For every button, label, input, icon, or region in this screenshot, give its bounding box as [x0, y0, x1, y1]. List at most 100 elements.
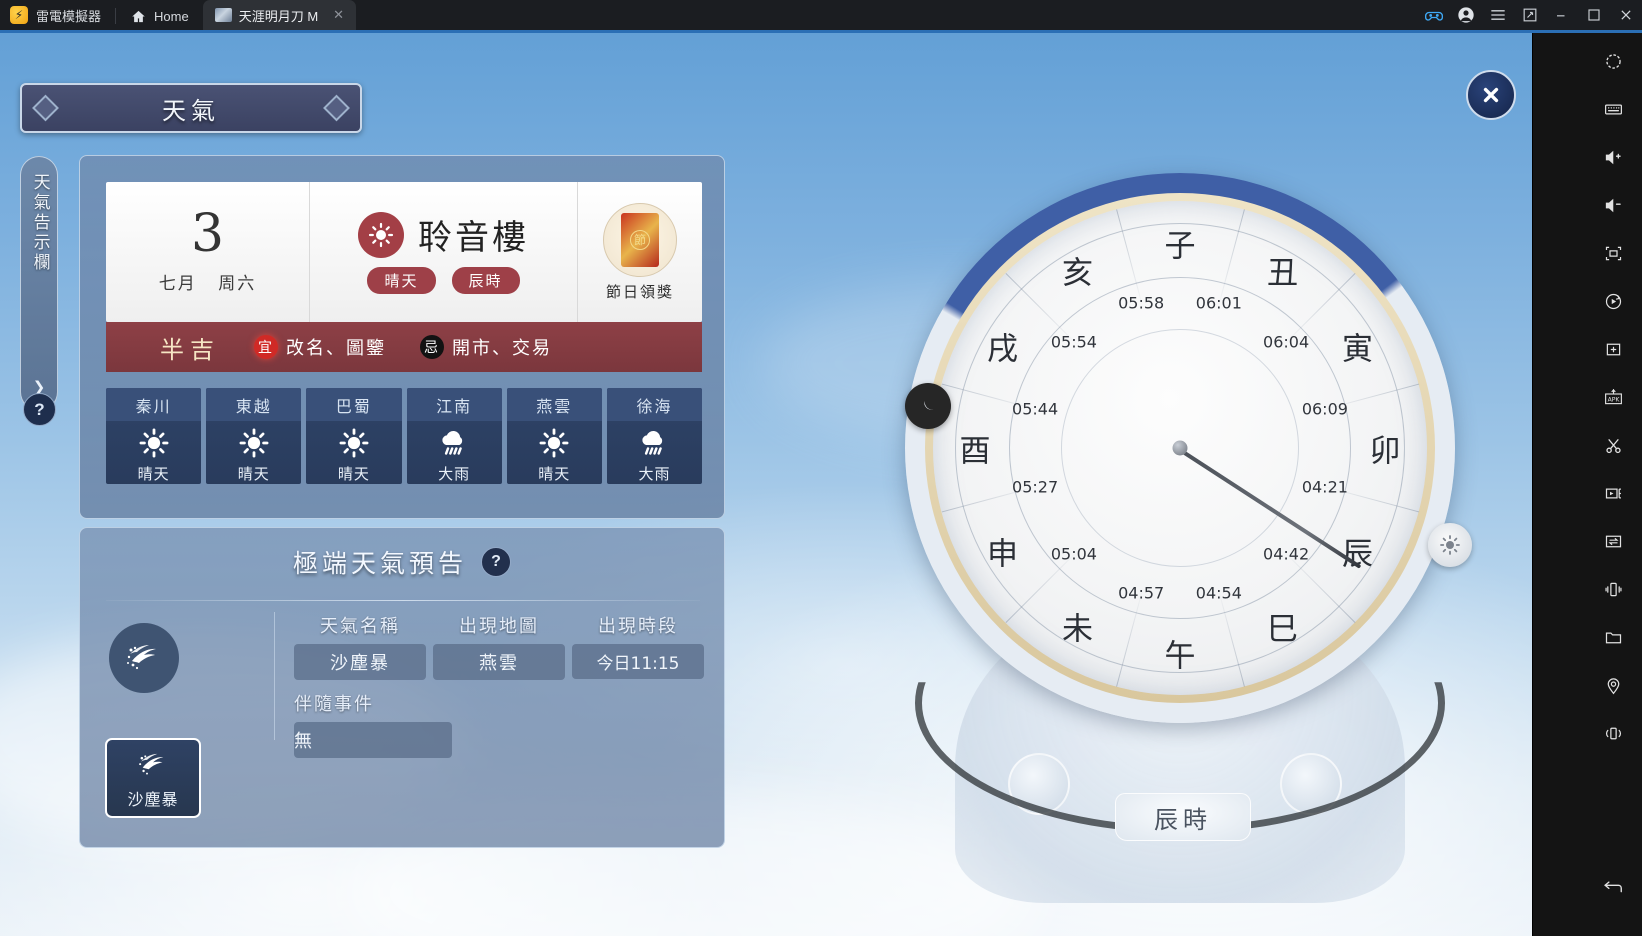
- video-record-icon[interactable]: [1593, 473, 1633, 513]
- column-header-time: 出現時段: [598, 616, 678, 637]
- clock-time-label: 05:04: [1050, 544, 1097, 564]
- bad-badge-icon: 忌: [420, 335, 444, 359]
- scissors-icon[interactable]: [1593, 425, 1633, 465]
- minimize-icon[interactable]: [1546, 0, 1578, 30]
- restore-icon[interactable]: [1514, 0, 1546, 30]
- region-name: 江南: [406, 388, 502, 421]
- sandstorm-chip-label: 沙塵暴: [127, 789, 179, 809]
- ldplayer-logo-icon: ⚡: [10, 6, 28, 24]
- region-condition: 晴天: [237, 465, 270, 483]
- envelope-char: 節: [630, 229, 650, 250]
- clock-branch-6: 午: [1164, 638, 1196, 675]
- region-condition: 晴天: [538, 465, 571, 483]
- red-envelope-icon: 節: [603, 202, 677, 277]
- sidebar-item-weather-board[interactable]: 天氣告示欄 ❯: [20, 156, 58, 411]
- table-header-row: 天氣名稱 出現地圖 出現時段: [294, 612, 704, 638]
- close-icon[interactable]: [1610, 0, 1642, 30]
- region-card[interactable]: 燕雲 晴天: [506, 388, 602, 484]
- region-card[interactable]: 巴蜀 晴天: [306, 388, 402, 484]
- clock-time-label: 04:54: [1195, 583, 1242, 603]
- vibrate-icon[interactable]: [1593, 713, 1633, 753]
- extreme-weather-title: 極端天氣預告: [292, 549, 467, 578]
- keyboard-icon[interactable]: [1593, 89, 1633, 129]
- accompanying-event-value: 無: [294, 722, 452, 758]
- good-badge-icon: 宜: [254, 335, 278, 359]
- almanac-card: 3 七月 周六 聆音樓 晴天 辰時 節 節日領獎: [106, 182, 702, 322]
- clock-branch-10: 戌: [986, 331, 1018, 367]
- clock-time-label: 04:42: [1263, 544, 1310, 564]
- region-card[interactable]: 江南 大雨: [406, 388, 502, 484]
- column-header-map: 出現地圖: [459, 616, 539, 637]
- sandstorm-icon: [139, 753, 164, 775]
- volume-down-icon[interactable]: [1593, 185, 1633, 225]
- help-button-extreme[interactable]: ?: [481, 547, 511, 577]
- emulator-window: ⚡ 雷電模擬器 Home 天涯明月刀 M ✕ 天氣告示欄 ❯ ? 天氣 3 七月…: [0, 0, 1642, 936]
- tab-game[interactable]: 天涯明月刀 M ✕: [202, 0, 357, 30]
- clock-time-label: 04:21: [1301, 477, 1348, 497]
- cell-weather-name: 沙塵暴: [294, 644, 426, 680]
- back-icon[interactable]: [1593, 868, 1633, 908]
- rotate-icon[interactable]: [1593, 281, 1633, 321]
- sandstorm-icon: [109, 623, 179, 693]
- weather-tag: 晴天: [367, 267, 436, 294]
- region-weather-list: 秦川 晴天 東越 晴天 巴蜀 晴天 江南 大雨 燕雲 晴天 徐海 大雨: [106, 388, 703, 484]
- add-instance-icon[interactable]: [1593, 329, 1633, 369]
- region-card[interactable]: 秦川 晴天: [106, 388, 202, 484]
- home-icon: [130, 8, 147, 25]
- clock-branch-3: 卯: [1369, 433, 1401, 470]
- festival-reward-button[interactable]: 節 節日領獎: [578, 182, 702, 322]
- page-title: 天氣: [20, 83, 362, 133]
- region-name: 徐海: [606, 388, 703, 421]
- screenshot-icon[interactable]: [1593, 233, 1633, 273]
- fortune-good-text: 改名、圖鑒: [286, 338, 386, 359]
- region-card[interactable]: 徐海 大雨: [606, 388, 703, 484]
- heavy-rain-icon: [437, 424, 471, 462]
- sandstorm-chip[interactable]: 沙塵暴: [105, 738, 201, 818]
- tab-close-icon[interactable]: ✕: [333, 7, 344, 23]
- game-viewport: 天氣告示欄 ❯ ? 天氣 3 七月 周六 聆音樓 晴天 辰時 節 節日領獎 半吉…: [0, 33, 1532, 936]
- sun-icon: [338, 424, 370, 462]
- region-name: 巴蜀: [306, 388, 402, 421]
- maximize-icon[interactable]: [1578, 0, 1610, 30]
- gamepad-icon[interactable]: [1418, 0, 1450, 30]
- region-condition: 大雨: [638, 465, 671, 483]
- sync-icon[interactable]: [1593, 521, 1633, 561]
- clock-branch-1: 丑: [1267, 255, 1298, 292]
- almanac-tags: 晴天 辰時: [367, 267, 520, 294]
- clock-hub: [1172, 440, 1188, 456]
- clock-time-label: 05:54: [1050, 332, 1097, 352]
- folder-icon[interactable]: [1593, 617, 1633, 657]
- fortune-level: 半吉: [160, 335, 220, 364]
- brand: ⚡ 雷電模擬器: [0, 0, 115, 30]
- account-icon[interactable]: [1450, 0, 1482, 30]
- close-panel-button[interactable]: [1466, 70, 1516, 120]
- shichen-tag: 辰時: [451, 267, 520, 294]
- clock-time-label: 06:01: [1195, 293, 1242, 313]
- location-icon[interactable]: [1593, 665, 1633, 705]
- accompanying-event-label: 伴隨事件: [294, 694, 374, 715]
- almanac-day-number: 3: [190, 203, 225, 264]
- install-apk-icon[interactable]: APK: [1593, 377, 1633, 417]
- fullscreen-blur-icon[interactable]: [1593, 41, 1633, 81]
- menu-icon[interactable]: [1482, 0, 1514, 30]
- current-shichen-plate: 辰時: [1115, 793, 1251, 841]
- region-card[interactable]: 東越 晴天: [206, 388, 302, 484]
- volume-up-icon[interactable]: [1593, 137, 1633, 177]
- region-condition: 晴天: [337, 465, 370, 483]
- page-title-label: 天氣: [162, 96, 220, 125]
- cell-time: 今日11:15: [572, 644, 704, 679]
- fortune-bad-text: 開市、交易: [452, 338, 552, 359]
- help-button-sidebar[interactable]: ?: [23, 393, 56, 426]
- accompanying-event: 伴隨事件 無: [294, 690, 452, 758]
- titlebar-controls: [1418, 0, 1642, 30]
- shichen-clock: 子丑寅卯辰巳午未申酉戌亥 06:01 06:04 06:09 04:21 04:42 04…: [860, 153, 1500, 913]
- almanac-month-weekday: 七月 周六: [152, 269, 263, 294]
- clock-branch-9: 酉: [959, 433, 991, 470]
- table-row: 沙塵暴 燕雲 今日11:15: [294, 638, 704, 680]
- shake-icon[interactable]: [1593, 569, 1633, 609]
- emulator-titlebar: ⚡ 雷電模擬器 Home 天涯明月刀 M ✕: [0, 0, 1642, 30]
- clock-time-label: 04:57: [1118, 583, 1165, 603]
- tab-home[interactable]: Home: [116, 2, 203, 30]
- clock-branch-8: 申: [986, 536, 1018, 572]
- brand-label: 雷電模擬器: [36, 8, 102, 24]
